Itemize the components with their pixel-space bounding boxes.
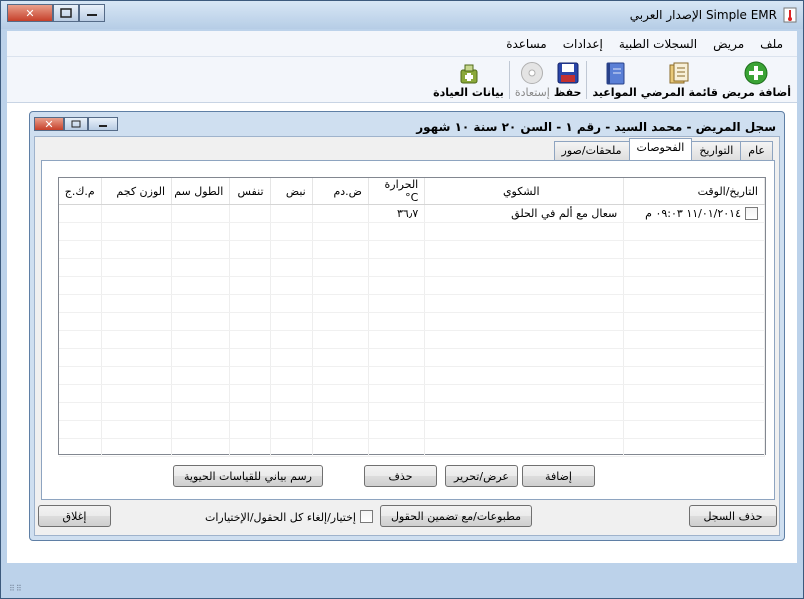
tab-histories[interactable]: التواريخ bbox=[691, 141, 742, 160]
record-tabs: عام التواريخ الفحوصات ملحقات/صور bbox=[553, 138, 773, 160]
table-row bbox=[59, 312, 765, 331]
restore-button[interactable]: إستعادة bbox=[515, 60, 550, 102]
table-row bbox=[59, 348, 765, 367]
add-exam-button[interactable]: إضافة bbox=[522, 465, 595, 487]
patient-record-window: ✕ سجل المريض - محمد السيد - رقم ١ - السن… bbox=[29, 111, 785, 541]
table-row bbox=[59, 438, 765, 457]
menu-file[interactable]: ملف bbox=[752, 37, 791, 51]
tab-attachments[interactable]: ملحقات/صور bbox=[553, 141, 630, 160]
column-temperature[interactable]: الحرارة C° bbox=[368, 178, 426, 205]
delete-record-button[interactable]: حذف السجل bbox=[689, 505, 777, 527]
record-body: عام التواريخ الفحوصات ملحقات/صور م.ك.ج ا bbox=[34, 136, 780, 536]
table-row bbox=[59, 330, 765, 349]
view-edit-button[interactable]: عرض/تحرير bbox=[445, 465, 518, 487]
restore-icon bbox=[519, 60, 545, 86]
toolbar: أضافة مريض قائمة المرضي المواعيد حفظ إست… bbox=[7, 57, 797, 103]
cell-complaint: سعال مع ألم في الحلق bbox=[424, 204, 625, 223]
cell-respiration bbox=[229, 204, 271, 223]
add-patient-label: أضافة مريض bbox=[721, 86, 791, 99]
menu-patient[interactable]: مريض bbox=[705, 37, 752, 51]
cell-datetime: ١١/٠١/٢٠١٤ ٠٩:٠٣ م bbox=[623, 204, 765, 223]
save-icon bbox=[555, 60, 581, 86]
table-header-row: م.ك.ج الوزن كجم الطول سم تنفس نبض ض.دم ا… bbox=[59, 178, 765, 205]
window-maximize-button[interactable] bbox=[53, 4, 79, 22]
menu-bar: ملف مريض السجلات الطبية إعدادات مساعدة bbox=[7, 31, 797, 57]
appointments-button[interactable]: المواعيد bbox=[592, 60, 637, 102]
toolbar-separator bbox=[508, 61, 510, 99]
window-controls: ✕ bbox=[7, 4, 105, 22]
resize-grip-icon[interactable]: ⠿⠿ bbox=[9, 585, 23, 593]
print-button[interactable]: مطبوعات/مع تضمين الحقول bbox=[380, 505, 532, 527]
column-weight[interactable]: الوزن كجم bbox=[101, 178, 173, 205]
appointments-label: المواعيد bbox=[592, 86, 637, 99]
cell-height bbox=[171, 204, 231, 223]
column-complaint[interactable]: الشكوي bbox=[424, 178, 625, 205]
cell-datetime-text: ١١/٠١/٢٠١٤ ٠٩:٠٣ م bbox=[645, 206, 741, 220]
save-button[interactable]: حفظ bbox=[553, 60, 582, 102]
delete-exam-button[interactable]: حذف bbox=[364, 465, 437, 487]
cell-temperature: ٣٦٫٧ bbox=[368, 204, 426, 223]
column-datetime[interactable]: التاريخ/الوقت bbox=[623, 178, 765, 205]
column-bmi[interactable]: م.ك.ج bbox=[59, 178, 102, 205]
examinations-table[interactable]: م.ك.ج الوزن كجم الطول سم تنفس نبض ض.دم ا… bbox=[58, 177, 766, 457]
minimize-icon bbox=[99, 125, 107, 127]
column-blood-pressure[interactable]: ض.دم bbox=[312, 178, 369, 205]
menu-settings[interactable]: إعدادات bbox=[555, 37, 611, 51]
table-row[interactable]: ٣٦٫٧ سعال مع ألم في الحلق ١١/٠١/٢٠١٤ ٠٩:… bbox=[59, 204, 765, 223]
cell-bmi bbox=[59, 204, 102, 223]
vitals-chart-button[interactable]: رسم بياني للقياسات الحيوية bbox=[173, 465, 323, 487]
table-row bbox=[59, 384, 765, 403]
add-patient-icon bbox=[743, 60, 769, 86]
patient-list-label: قائمة المرضي bbox=[640, 86, 718, 99]
add-patient-button[interactable]: أضافة مريض bbox=[722, 60, 791, 102]
table-row bbox=[59, 294, 765, 313]
cell-weight bbox=[101, 204, 173, 223]
menu-medical-records[interactable]: السجلات الطبية bbox=[611, 37, 705, 51]
select-all-checkbox[interactable] bbox=[360, 510, 373, 523]
patient-list-button[interactable]: قائمة المرضي bbox=[641, 60, 718, 102]
record-maximize-button[interactable] bbox=[64, 117, 88, 131]
toolbar-separator bbox=[586, 61, 588, 99]
table-row bbox=[59, 222, 765, 241]
row-checkbox[interactable] bbox=[745, 207, 758, 221]
table-row bbox=[59, 276, 765, 295]
minimize-icon bbox=[87, 14, 97, 16]
record-title: سجل المريض - محمد السيد - رقم ١ - السن ٢… bbox=[416, 120, 776, 134]
column-height[interactable]: الطول سم bbox=[171, 178, 231, 205]
app-icon bbox=[783, 7, 797, 23]
patient-list-icon bbox=[666, 60, 692, 86]
maximize-icon bbox=[71, 120, 81, 128]
menu-help[interactable]: مساعدة bbox=[498, 37, 555, 51]
window-minimize-button[interactable] bbox=[79, 4, 105, 22]
cell-blood-pressure bbox=[312, 204, 369, 223]
save-label: حفظ bbox=[553, 86, 582, 99]
table-row bbox=[59, 402, 765, 421]
window-title: Simple EMR الإصدار العربي bbox=[629, 8, 777, 22]
tab-general[interactable]: عام bbox=[740, 141, 773, 160]
table-row bbox=[59, 240, 765, 259]
table-row bbox=[59, 420, 765, 439]
column-pulse[interactable]: نبض bbox=[270, 178, 313, 205]
appointments-icon bbox=[602, 60, 628, 86]
select-all-label: إختيار/إلغاء كل الحقول/الإختيارات bbox=[205, 511, 356, 524]
record-close-button[interactable]: ✕ bbox=[34, 117, 64, 131]
clinic-data-icon bbox=[456, 60, 482, 86]
clinic-data-button[interactable]: بيانات العيادة bbox=[433, 60, 504, 102]
main-window: Simple EMR الإصدار العربي ✕ ملف مريض الس… bbox=[0, 0, 804, 599]
cell-pulse bbox=[270, 204, 313, 223]
clinic-data-label: بيانات العيادة bbox=[433, 86, 504, 99]
tab-examinations[interactable]: الفحوصات bbox=[628, 138, 693, 160]
window-close-button[interactable]: ✕ bbox=[7, 4, 53, 22]
maximize-icon bbox=[60, 8, 72, 18]
table-row bbox=[59, 366, 765, 385]
examinations-panel: م.ك.ج الوزن كجم الطول سم تنفس نبض ض.دم ا… bbox=[41, 160, 775, 500]
record-window-controls: ✕ bbox=[34, 117, 118, 131]
close-button[interactable]: إغلاق bbox=[38, 505, 111, 527]
table-row bbox=[59, 258, 765, 277]
record-minimize-button[interactable] bbox=[88, 117, 118, 131]
restore-label: إستعادة bbox=[514, 86, 550, 99]
title-bar[interactable]: Simple EMR الإصدار العربي ✕ bbox=[1, 1, 803, 29]
column-respiration[interactable]: تنفس bbox=[229, 178, 271, 205]
